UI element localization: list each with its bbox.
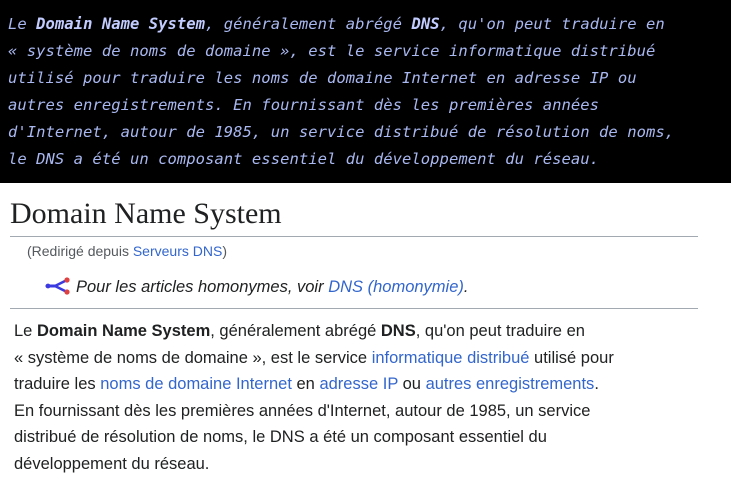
paragraph-text-fragment: . (594, 375, 599, 394)
paragraph-text-fragment: , qu'on peut traduire en (415, 322, 585, 340)
page-title: Domain Name System (10, 197, 282, 230)
summary-term: Domain Name System (36, 15, 206, 33)
paragraph-line: Le Domain Name System, généralement abré… (14, 318, 714, 345)
paragraph-text-fragment: utilisé pour (529, 348, 614, 367)
hatnote-divider (10, 308, 698, 309)
link-informatique-distribue[interactable]: informatique distribué (372, 349, 530, 367)
paragraph-line: développement du réseau. (14, 454, 210, 473)
link-autres-enregistrements[interactable]: autres enregistrements (426, 375, 595, 393)
paragraph-line: « système de noms de domaine », est le s… (14, 345, 714, 372)
summary-line: le DNS a été un composant essentiel du d… (8, 150, 600, 168)
summary-line: utilisé pour traduire les noms de domain… (8, 69, 637, 87)
redirect-suffix: ) (222, 243, 227, 259)
paragraph-line: En fournissant dès les premières années … (14, 401, 591, 420)
paragraph-term: Domain Name System (36, 322, 211, 340)
hatnote: Pour les articles homonymes, voir DNS (h… (45, 276, 468, 297)
redirect-note: (Redirigé depuis Serveurs DNS) (27, 243, 227, 259)
summary-text-fragment: Le (8, 15, 37, 33)
redirect-prefix: (Redirigé depuis (27, 243, 133, 259)
paragraph-line: distribué de résolution de noms, le DNS … (14, 428, 547, 447)
paragraph-text-fragment: , généralement abrégé (210, 322, 381, 340)
link-adresse-ip[interactable]: adresse IP (319, 375, 398, 393)
paragraph-line: traduire les noms de domaine Internet en… (14, 371, 714, 398)
summary-line: d'Internet, autour de 1985, un service d… (8, 123, 675, 141)
link-noms-de-domaine[interactable]: noms de domaine Internet (100, 375, 292, 393)
summary-text-fragment: , qu'on peut traduire en (439, 15, 665, 33)
summary-line: autres enregistrements. En fournissant d… (8, 96, 600, 114)
paragraph-abbreviation: DNS (380, 322, 416, 340)
hatnote-end: . (463, 278, 469, 296)
paragraph-text-fragment: « système de noms de domaine », est le s… (14, 348, 372, 367)
summary-abbreviation: DNS (411, 15, 440, 33)
summary-text-fragment: , généralement abrégé (205, 15, 412, 33)
summary-text: Le Domain Name System, généralement abré… (8, 11, 723, 173)
paragraph-text-fragment: en (291, 375, 320, 394)
paragraph-text-fragment: Le (14, 322, 37, 340)
paragraph-text-fragment: traduire les (14, 375, 101, 394)
paragraph-text-fragment: ou (398, 375, 426, 394)
title-divider (10, 236, 698, 237)
summary-panel: Le Domain Name System, généralement abré… (0, 0, 731, 183)
summary-line: « système de noms de domaine », est le s… (8, 42, 656, 60)
redirect-link[interactable]: Serveurs DNS (133, 243, 222, 259)
lead-paragraph: Le Domain Name System, généralement abré… (14, 318, 714, 478)
hatnote-text: Pour les articles homonymes, voir (76, 278, 329, 296)
summary-line: Le Domain Name System, généralement abré… (8, 11, 723, 38)
hatnote-link[interactable]: DNS (homonymie) (328, 278, 464, 296)
disambiguation-icon (45, 276, 71, 296)
